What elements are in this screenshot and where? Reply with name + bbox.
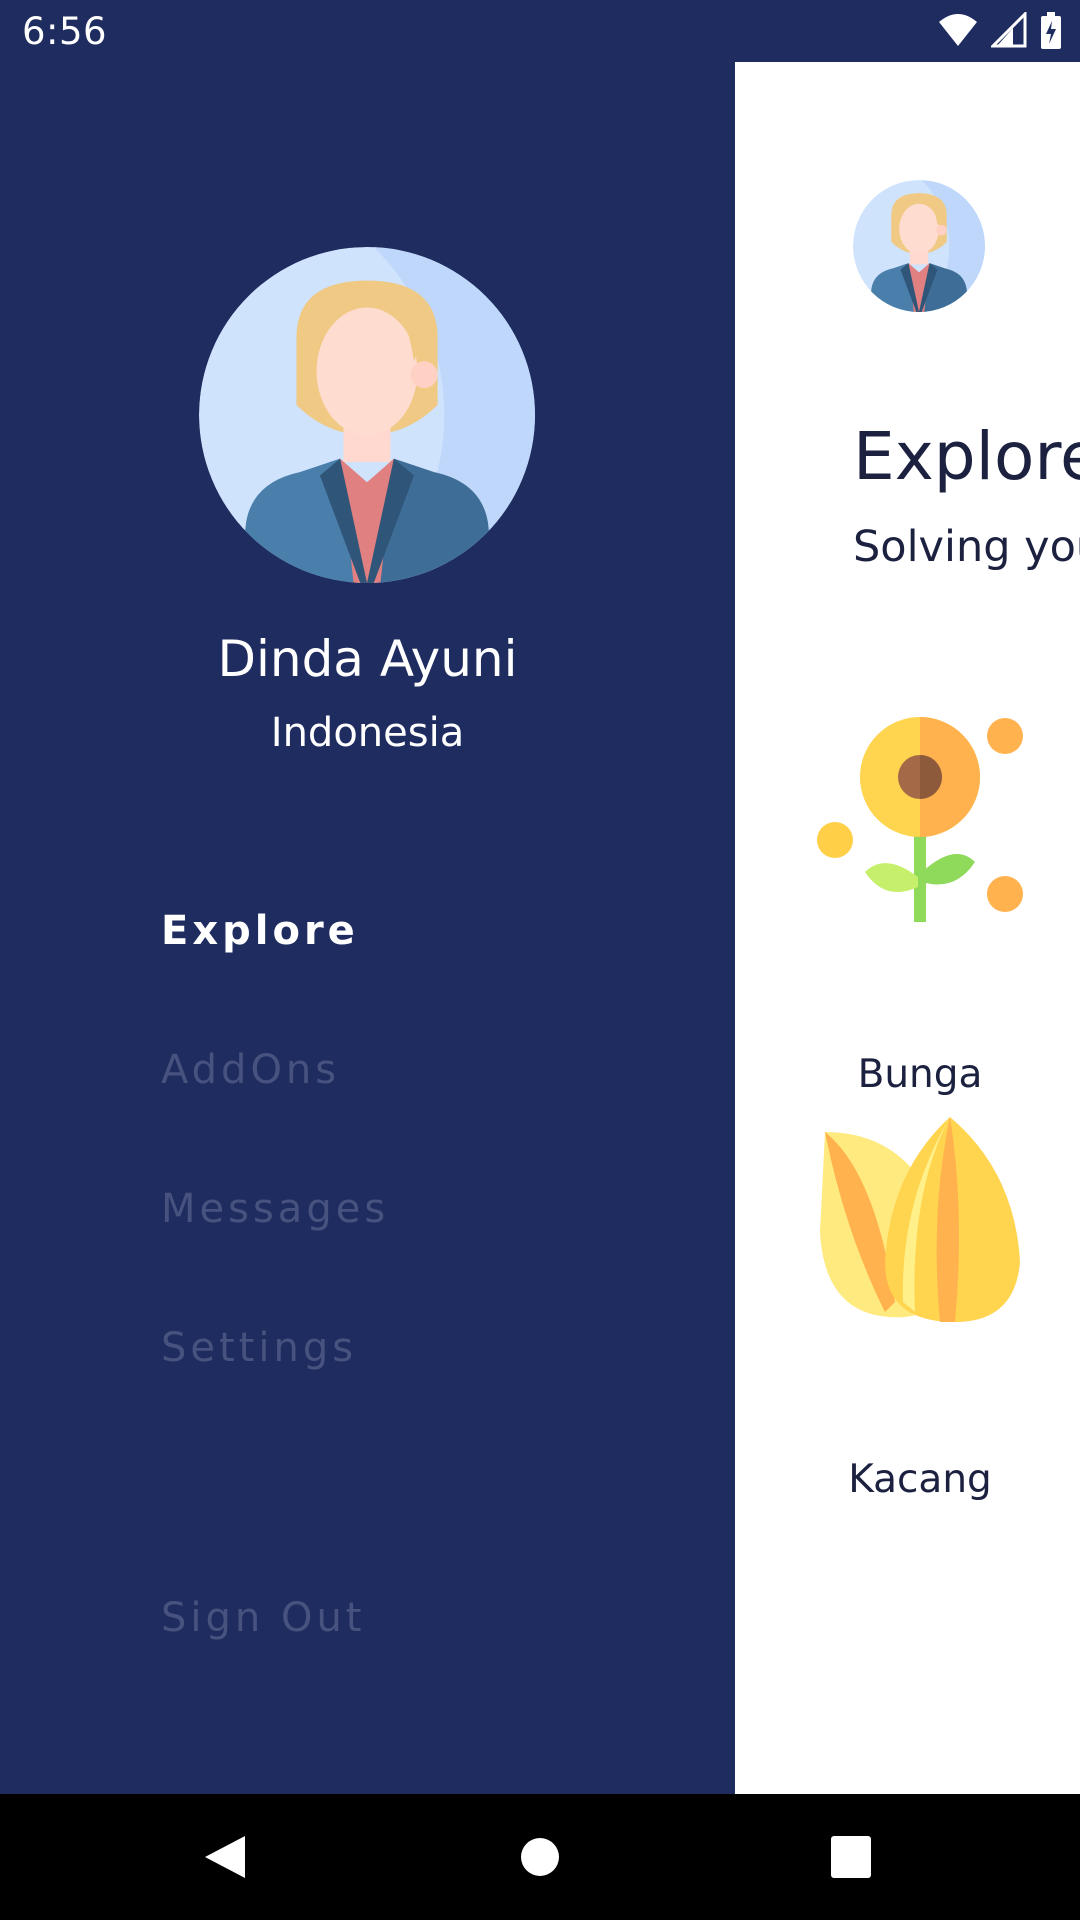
menu-item-addons[interactable]: AddOns — [161, 1047, 340, 1093]
category-label: Bunga — [857, 1052, 983, 1097]
system-navigation-bar — [0, 1794, 1080, 1920]
home-icon[interactable] — [520, 1834, 560, 1880]
page-subtitle: Solving you — [853, 522, 1080, 572]
profile-avatar-icon[interactable] — [853, 180, 985, 312]
menu-item-explore[interactable]: Explore — [161, 908, 359, 954]
recents-icon[interactable] — [830, 1834, 872, 1880]
category-card-kacang[interactable]: Kacang — [815, 1112, 1025, 1512]
user-name: Dinda Ayuni — [217, 630, 518, 688]
seeds-icon — [820, 1117, 1020, 1322]
sign-out-button[interactable]: Sign Out — [161, 1595, 365, 1641]
status-icons — [930, 12, 1062, 50]
menu-item-settings[interactable]: Settings — [161, 1325, 357, 1371]
page-title: Explore — [853, 418, 1080, 495]
menu-item-messages[interactable]: Messages — [161, 1186, 389, 1232]
user-location: Indonesia — [270, 710, 465, 756]
wifi-icon — [938, 14, 977, 46]
sunflower-icon — [817, 717, 1023, 922]
category-card-bunga[interactable]: Bunga — [815, 712, 1025, 1112]
battery-charging-icon — [1041, 12, 1061, 49]
category-label: Kacang — [848, 1457, 992, 1502]
back-icon[interactable] — [203, 1834, 247, 1880]
woman-avatar-icon — [199, 247, 535, 583]
cellular-signal-icon — [990, 12, 1027, 48]
status-time: 6:56 — [22, 10, 108, 53]
main-panel: Explore Solving you Bunga Kacang — [735, 62, 1080, 1794]
navigation-drawer: Dinda Ayuni Indonesia Explore AddOns Mes… — [0, 62, 735, 1794]
status-bar: 6:56 — [0, 0, 1080, 62]
